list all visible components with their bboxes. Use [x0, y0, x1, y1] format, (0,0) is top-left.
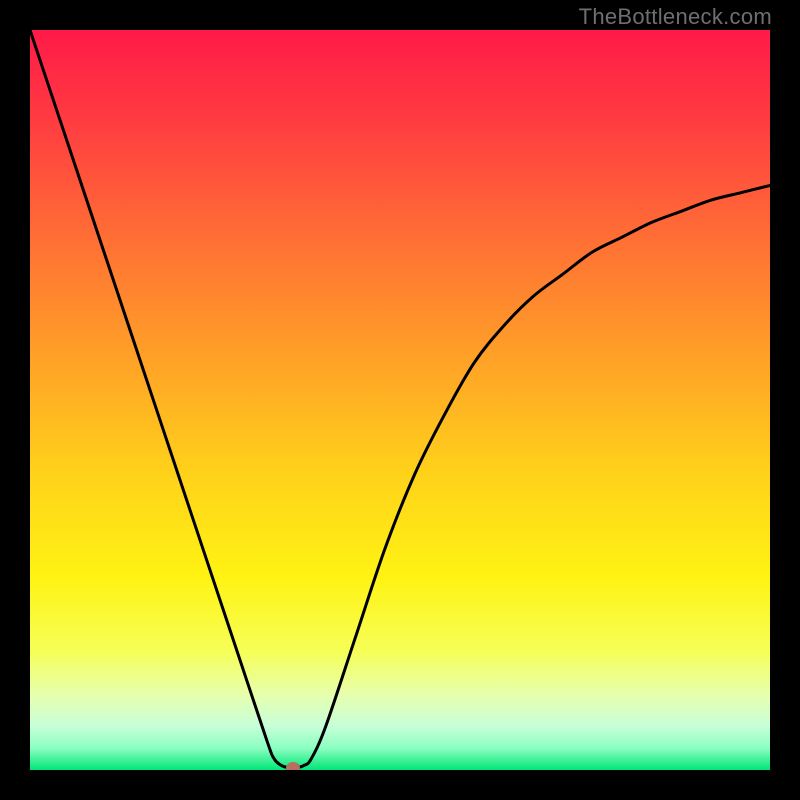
- bottleneck-curve: [30, 30, 770, 770]
- watermark-label: TheBottleneck.com: [579, 4, 772, 30]
- chart-frame: TheBottleneck.com: [0, 0, 800, 800]
- marker-dot: [286, 762, 300, 770]
- plot-area: [30, 30, 770, 770]
